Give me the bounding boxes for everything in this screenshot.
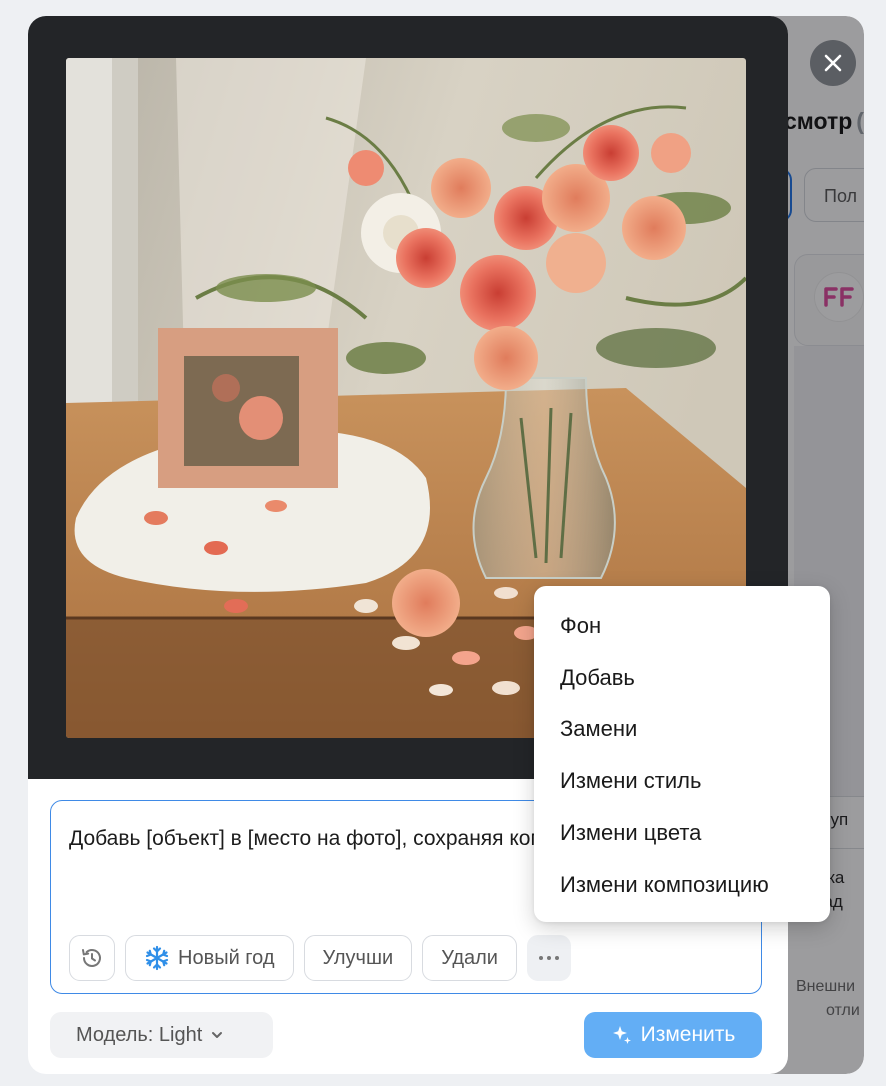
menu-item-change-colors[interactable]: Измени цвета <box>534 807 830 859</box>
model-selector-label: Модель: Light <box>76 1023 203 1046</box>
menu-item-background[interactable]: Фон <box>534 600 830 652</box>
chevron-down-icon <box>212 1032 223 1038</box>
improve-chip-label: Улучши <box>322 946 394 969</box>
menu-item-change-composition[interactable]: Измени композицию <box>534 859 830 911</box>
new-year-chip-label: Новый год <box>178 946 275 969</box>
improve-chip[interactable]: Улучши <box>303 935 413 981</box>
suggestion-chips: Новый год Улучши Удали <box>69 935 571 981</box>
edit-actions-menu: Фон Добавь Замени Измени стиль Измени цв… <box>534 586 830 922</box>
history-icon <box>82 949 101 967</box>
remove-chip[interactable]: Удали <box>422 935 517 981</box>
snowflake-icon <box>145 945 169 971</box>
apply-button-label: Изменить <box>640 1023 736 1046</box>
remove-chip-label: Удали <box>441 946 498 969</box>
more-dots-icon <box>538 956 559 960</box>
more-button[interactable] <box>526 935 571 981</box>
sparkle-icon <box>612 1026 631 1044</box>
menu-item-change-style[interactable]: Измени стиль <box>534 755 830 807</box>
apply-button[interactable]: Изменить <box>584 1012 762 1058</box>
history-button[interactable] <box>69 935 115 981</box>
close-icon <box>824 54 842 72</box>
close-button[interactable] <box>810 40 856 86</box>
model-selector[interactable]: Модель: Light <box>50 1012 273 1058</box>
menu-item-add[interactable]: Добавь <box>534 652 830 704</box>
menu-item-replace[interactable]: Замени <box>534 704 830 756</box>
new-year-chip[interactable]: Новый год <box>125 935 294 981</box>
